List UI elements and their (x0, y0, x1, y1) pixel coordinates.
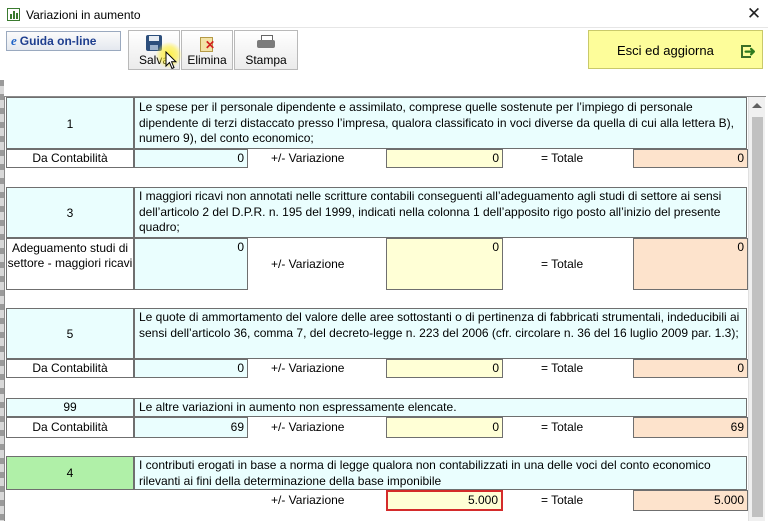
totale-label-5: = Totale (541, 361, 584, 375)
row-description-99: Le altre variazioni in aumento non espre… (134, 398, 747, 417)
row-description-4: I contributi erogati in base a norma di … (134, 456, 747, 490)
row-number-3: 3 (6, 187, 134, 238)
totale-label-1: = Totale (541, 151, 584, 165)
window-title: Variazioni in aumento (26, 8, 141, 22)
scroll-up-arrow-icon[interactable] (752, 103, 762, 108)
print-button[interactable]: Stampa (234, 30, 298, 70)
delete-button[interactable]: Elimina (181, 30, 233, 70)
contabilita-field-1[interactable]: 0 (134, 149, 248, 168)
row-number-99: 99 (6, 398, 134, 417)
contabilita-field-99[interactable]: 69 (134, 417, 248, 438)
row-description-1: Le spese per il personale dipendente e a… (134, 97, 747, 149)
printer-icon (257, 35, 275, 50)
contabilita-field-5[interactable]: 0 (134, 359, 248, 378)
row-number-4: 4 (6, 456, 134, 490)
close-icon[interactable]: ✕ (745, 4, 763, 24)
totale-label-4: = Totale (541, 493, 584, 507)
row-description-3: I maggiori ricavi non annotati nelle scr… (134, 187, 747, 238)
print-label: Stampa (245, 53, 287, 67)
toolbar: Salva Elimina Stampa (128, 30, 299, 70)
variazione-label-3: +/- Variazione (271, 257, 345, 271)
exit-and-update-button[interactable]: Esci ed aggiorna ➜ (588, 30, 763, 69)
totale-field-4: 5.000 (633, 490, 748, 511)
row-description-5: Le quote di ammortamento del valore dell… (134, 308, 747, 359)
exit-label: Esci ed aggiorna (617, 43, 714, 58)
variazione-field-5[interactable]: 0 (386, 359, 503, 378)
row-label-5: Da Contabilità (6, 359, 134, 378)
variazione-label-5: +/- Variazione (271, 361, 345, 375)
totale-field-1: 0 (633, 149, 748, 168)
browser-icon: e (11, 33, 17, 48)
title-bar: Variazioni in aumento ✕ (0, 0, 768, 28)
delete-label: Elimina (187, 53, 227, 67)
variazione-label-1: +/- Variazione (271, 151, 345, 165)
exit-arrow-icon: ➜ (744, 43, 756, 59)
row-label-1: Da Contabilità (6, 149, 134, 168)
variazione-field-99[interactable]: 0 (386, 417, 503, 438)
row-number-5: 5 (6, 308, 134, 359)
variazione-field-3[interactable]: 0 (386, 238, 503, 290)
scrollbar-thumb[interactable] (752, 117, 763, 517)
variazione-label-99: +/- Variazione (271, 420, 345, 434)
totale-field-3: 0 (633, 238, 748, 290)
guida-online-label: Guida on-line (19, 34, 97, 48)
app-icon (7, 8, 20, 21)
totale-label-99: = Totale (541, 420, 584, 434)
totale-field-5: 0 (633, 359, 748, 378)
guida-online-button[interactable]: e Guida on-line (6, 31, 121, 51)
totale-label-3: = Totale (541, 257, 584, 271)
row-label-99: Da Contabilità (6, 417, 134, 438)
totale-field-99: 69 (633, 417, 748, 438)
row-label-3: Adeguamento studi di settore - maggiori … (6, 238, 134, 290)
contabilita-field-3[interactable]: 0 (134, 238, 248, 290)
delete-icon (198, 35, 216, 52)
vertical-scrollbar[interactable] (748, 97, 765, 521)
variazione-label-4: +/- Variazione (271, 493, 345, 507)
row-number-1: 1 (6, 97, 134, 149)
mouse-cursor-icon (165, 51, 177, 70)
variazione-field-4[interactable]: 5.000 (386, 490, 503, 511)
variazione-field-1[interactable]: 0 (386, 149, 503, 168)
